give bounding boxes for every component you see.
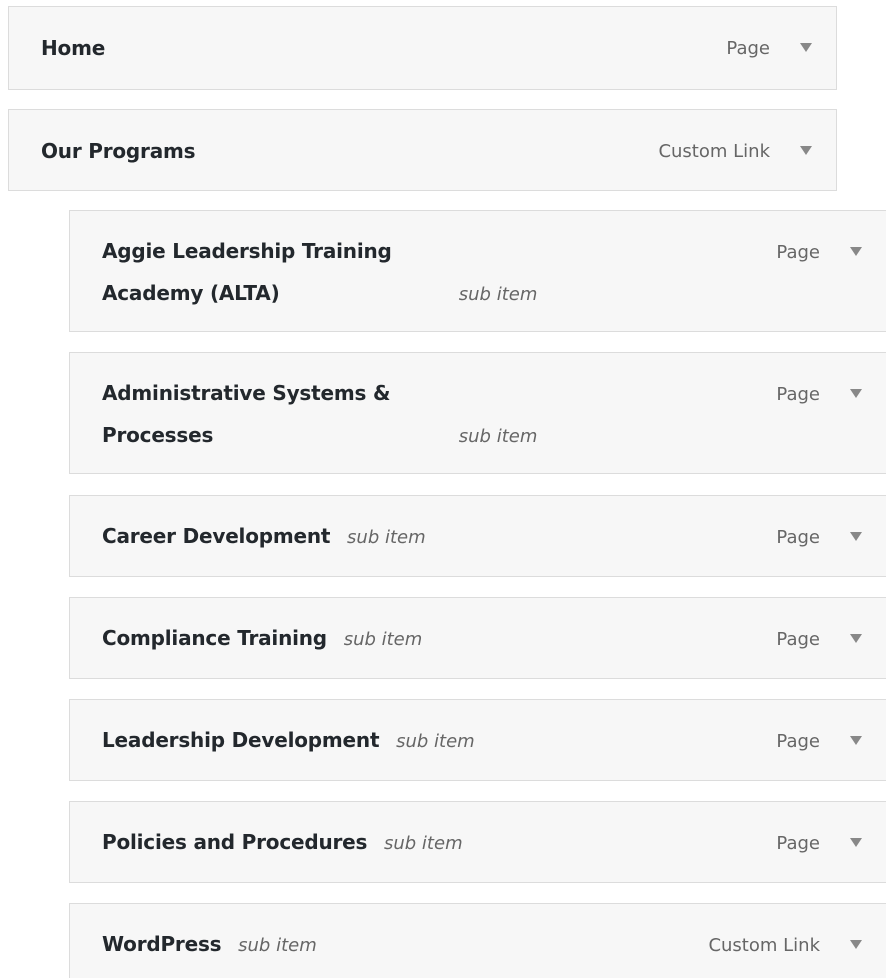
menu-item-controls: Page: [776, 516, 868, 558]
menu-item-alta[interactable]: Aggie Leadership Training Academy (ALTA)…: [69, 210, 886, 332]
sub-item-label: sub item: [458, 284, 538, 305]
menu-item-home[interactable]: Home Page: [8, 6, 837, 90]
menu-item-label: WordPress: [102, 932, 222, 956]
menu-item-controls: Page: [776, 720, 868, 762]
menu-item-administrative-systems[interactable]: Administrative Systems & Processes sub i…: [69, 352, 886, 474]
menu-item-controls: Page: [726, 27, 818, 69]
menu-item-title: Compliance Training sub item: [102, 617, 422, 661]
menu-item-label: Our Programs: [41, 139, 196, 163]
triangle-down-icon[interactable]: [844, 627, 868, 651]
menu-item-type: Page: [726, 37, 770, 59]
menu-structure-list: Home Page Our Programs Custom Link Aggie…: [0, 0, 886, 978]
menu-item-title: Aggie Leadership Training Academy (ALTA)…: [102, 230, 537, 316]
menu-item-career-development[interactable]: Career Development sub item Page: [69, 495, 886, 577]
menu-item-controls: Page: [776, 822, 868, 864]
menu-item-controls: Page: [776, 618, 868, 660]
menu-item-label: Home: [41, 36, 106, 60]
menu-item-controls: Page: [776, 231, 868, 273]
menu-item-controls: Custom Link: [708, 924, 868, 966]
menu-item-type: Page: [776, 383, 820, 405]
menu-item-label: Leadership Development: [102, 728, 380, 752]
menu-item-type: Page: [776, 730, 820, 752]
triangle-down-icon[interactable]: [794, 36, 818, 60]
triangle-down-icon[interactable]: [844, 831, 868, 855]
menu-item-label: Compliance Training: [102, 626, 327, 650]
menu-item-compliance-training[interactable]: Compliance Training sub item Page: [69, 597, 886, 679]
menu-item-title: Career Development sub item: [102, 515, 426, 559]
menu-item-type: Page: [776, 241, 820, 263]
menu-item-type: Page: [776, 628, 820, 650]
menu-item-type: Custom Link: [658, 140, 770, 162]
sub-item-label: sub item: [384, 833, 463, 854]
sub-item-label: sub item: [343, 629, 423, 650]
menu-item-title: Our Programs: [41, 130, 196, 172]
menu-item-wordpress[interactable]: WordPress sub item Custom Link: [69, 903, 886, 978]
triangle-down-icon[interactable]: [844, 933, 868, 957]
sub-item-label: sub item: [238, 935, 317, 956]
menu-item-title: WordPress sub item: [102, 923, 317, 967]
menu-item-title: Home: [41, 27, 105, 69]
menu-item-title: Administrative Systems & Processes sub i…: [102, 372, 537, 458]
triangle-down-icon[interactable]: [844, 382, 868, 406]
sub-item-label: sub item: [347, 527, 426, 548]
triangle-down-icon[interactable]: [844, 729, 868, 753]
menu-item-label: Aggie Leadership Training Academy (ALTA): [102, 239, 392, 305]
triangle-down-icon[interactable]: [844, 240, 868, 264]
menu-item-type: Page: [776, 526, 820, 548]
menu-item-label: Administrative Systems & Processes: [102, 381, 391, 447]
sub-item-label: sub item: [458, 426, 538, 447]
menu-item-controls: Custom Link: [658, 130, 818, 172]
menu-item-type: Custom Link: [708, 934, 820, 956]
triangle-down-icon[interactable]: [794, 139, 818, 163]
menu-item-title: Leadership Development sub item: [102, 719, 475, 763]
menu-item-policies-and-procedures[interactable]: Policies and Procedures sub item Page: [69, 801, 886, 883]
menu-item-our-programs[interactable]: Our Programs Custom Link: [8, 109, 837, 191]
triangle-down-icon[interactable]: [844, 525, 868, 549]
menu-item-leadership-development[interactable]: Leadership Development sub item Page: [69, 699, 886, 781]
sub-item-label: sub item: [396, 731, 475, 752]
menu-item-label: Policies and Procedures: [102, 830, 368, 854]
menu-item-label: Career Development: [102, 524, 331, 548]
menu-item-controls: Page: [776, 373, 868, 415]
menu-item-title: Policies and Procedures sub item: [102, 821, 463, 865]
menu-item-type: Page: [776, 832, 820, 854]
